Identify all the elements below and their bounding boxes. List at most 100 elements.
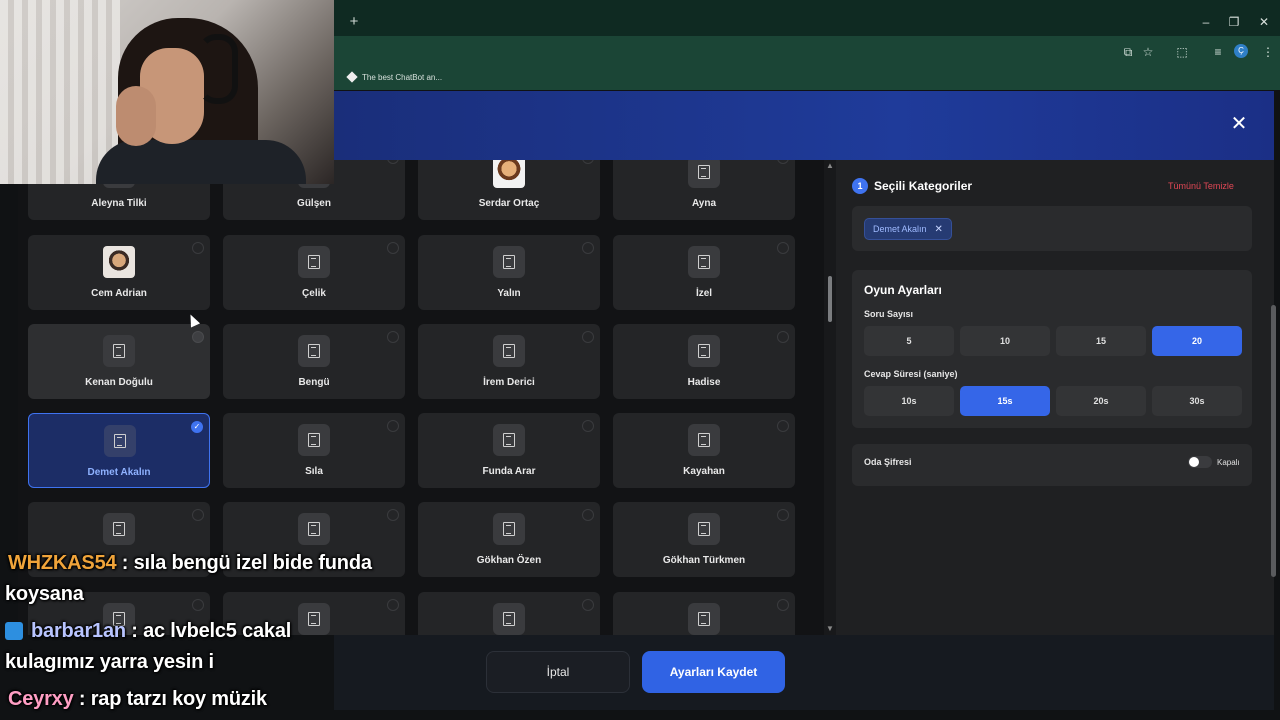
grid-scrollbar-thumb[interactable]: [828, 276, 832, 322]
scroll-up-icon[interactable]: ▲: [826, 161, 834, 170]
card-radio[interactable]: [582, 331, 594, 343]
category-card[interactable]: Kenan Doğulu: [28, 324, 210, 399]
card-radio[interactable]: [777, 242, 789, 254]
card-radio[interactable]: [387, 160, 399, 164]
room-password-label: Oda Şifresi: [864, 457, 912, 467]
category-avatar: [493, 160, 525, 188]
category-name: Cem Adrian: [91, 288, 147, 299]
card-radio[interactable]: [777, 509, 789, 521]
category-avatar: [103, 246, 135, 278]
building-icon: [298, 603, 330, 635]
card-radio[interactable]: [387, 242, 399, 254]
webcam-body: [96, 140, 306, 184]
category-card[interactable]: Gökhan Türkmen: [613, 502, 795, 577]
building-icon: [493, 246, 525, 278]
chat-text: kulagımız yarra yesin i: [5, 651, 214, 673]
building-icon: [103, 335, 135, 367]
category-card[interactable]: ✓ Demet Akalın: [28, 413, 210, 488]
selected-check-icon[interactable]: ✓: [191, 421, 203, 433]
card-radio[interactable]: [192, 331, 204, 343]
chat-message-2-cont: kulagımız yarra yesin i: [5, 651, 214, 674]
card-radio[interactable]: [582, 509, 594, 521]
card-radio[interactable]: [777, 331, 789, 343]
building-icon: [298, 513, 330, 545]
category-card[interactable]: [418, 592, 600, 635]
grid-scrollbar[interactable]: [824, 160, 836, 635]
selected-category-chip[interactable]: Demet Akalın ✕: [864, 218, 952, 240]
profile-avatar[interactable]: Ç: [1234, 44, 1248, 58]
building-icon: [298, 424, 330, 456]
category-name: Gülşen: [297, 198, 331, 209]
card-radio[interactable]: [387, 599, 399, 611]
question-count-option-20[interactable]: 20: [1152, 326, 1242, 356]
card-radio[interactable]: [777, 420, 789, 432]
category-card[interactable]: Yalın: [418, 235, 600, 310]
category-name: Gökhan Türkmen: [662, 555, 746, 566]
category-card[interactable]: [613, 592, 795, 635]
chip-remove-icon[interactable]: ✕: [935, 224, 943, 235]
category-card[interactable]: İrem Derici: [418, 324, 600, 399]
category-card[interactable]: Cem Adrian: [28, 235, 210, 310]
category-card[interactable]: Serdar Ortaç: [418, 160, 600, 220]
settings-scrollbar-thumb[interactable]: [1271, 305, 1276, 577]
category-name: Çelik: [302, 288, 326, 299]
category-card[interactable]: Bengü: [223, 324, 405, 399]
chat-text: : ac lvbelc5 cakal: [125, 620, 292, 642]
chat-username: WHZKAS54: [8, 552, 117, 574]
star-icon[interactable]: ☆: [1140, 44, 1156, 60]
card-radio[interactable]: [582, 420, 594, 432]
card-radio[interactable]: [192, 599, 204, 611]
question-count-option-15[interactable]: 15: [1056, 326, 1146, 356]
building-icon: [298, 246, 330, 278]
new-tab-button[interactable]: +: [346, 14, 362, 30]
game-settings-title: Oyun Ayarları: [864, 283, 942, 297]
chat-message-1: WHZKAS54 : sıla bengü izel bide funda: [8, 552, 372, 575]
clear-all-button[interactable]: Tümünü Temizle: [1168, 181, 1234, 191]
extensions-icon[interactable]: ⬚: [1174, 44, 1190, 60]
category-card[interactable]: Sıla: [223, 413, 405, 488]
answer-time-option-20s[interactable]: 20s: [1056, 386, 1146, 416]
card-radio[interactable]: [582, 599, 594, 611]
webcam-overlay: [0, 0, 334, 184]
chat-username: Ceyrxy: [8, 688, 74, 710]
cast-icon[interactable]: ⧉: [1120, 44, 1136, 60]
category-card[interactable]: İzel: [613, 235, 795, 310]
category-name: İzel: [695, 288, 713, 299]
category-name: Aleyna Tilki: [91, 198, 147, 209]
card-radio[interactable]: [387, 420, 399, 432]
card-radio[interactable]: [387, 331, 399, 343]
category-card[interactable]: Ayna: [613, 160, 795, 220]
card-radio[interactable]: [192, 509, 204, 521]
card-radio[interactable]: [192, 242, 204, 254]
category-card[interactable]: Gökhan Özen: [418, 502, 600, 577]
save-settings-button[interactable]: Ayarları Kaydet: [642, 651, 785, 693]
menu-icon[interactable]: ⋮: [1260, 44, 1276, 60]
step-badge: 1: [852, 178, 868, 194]
category-card[interactable]: Funda Arar: [418, 413, 600, 488]
card-radio[interactable]: [777, 160, 789, 164]
category-card[interactable]: Çelik: [223, 235, 405, 310]
close-window-icon[interactable]: ✕: [1256, 14, 1272, 30]
building-icon: [298, 335, 330, 367]
category-card[interactable]: Kayahan: [613, 413, 795, 488]
building-icon: [103, 513, 135, 545]
answer-time-option-10s[interactable]: 10s: [864, 386, 954, 416]
modal-close-icon[interactable]: ✕: [1228, 113, 1250, 135]
question-count-option-5[interactable]: 5: [864, 326, 954, 356]
question-count-option-10[interactable]: 10: [960, 326, 1050, 356]
minimize-window-icon[interactable]: –: [1198, 14, 1214, 30]
answer-time-option-30s[interactable]: 30s: [1152, 386, 1242, 416]
scroll-down-icon[interactable]: ▼: [826, 624, 834, 633]
media-icon[interactable]: ≡: [1210, 44, 1226, 60]
card-radio[interactable]: [582, 242, 594, 254]
card-radio[interactable]: [777, 599, 789, 611]
answer-time-option-15s[interactable]: 15s: [960, 386, 1050, 416]
restore-window-icon[interactable]: ❐: [1226, 14, 1242, 30]
bookmark-item[interactable]: The best ChatBot an...: [346, 70, 442, 84]
room-password-toggle[interactable]: [1188, 456, 1212, 468]
category-card[interactable]: Hadise: [613, 324, 795, 399]
card-radio[interactable]: [582, 160, 594, 164]
card-radio[interactable]: [387, 509, 399, 521]
cancel-button[interactable]: İptal: [486, 651, 630, 693]
chip-label: Demet Akalın: [873, 224, 927, 234]
